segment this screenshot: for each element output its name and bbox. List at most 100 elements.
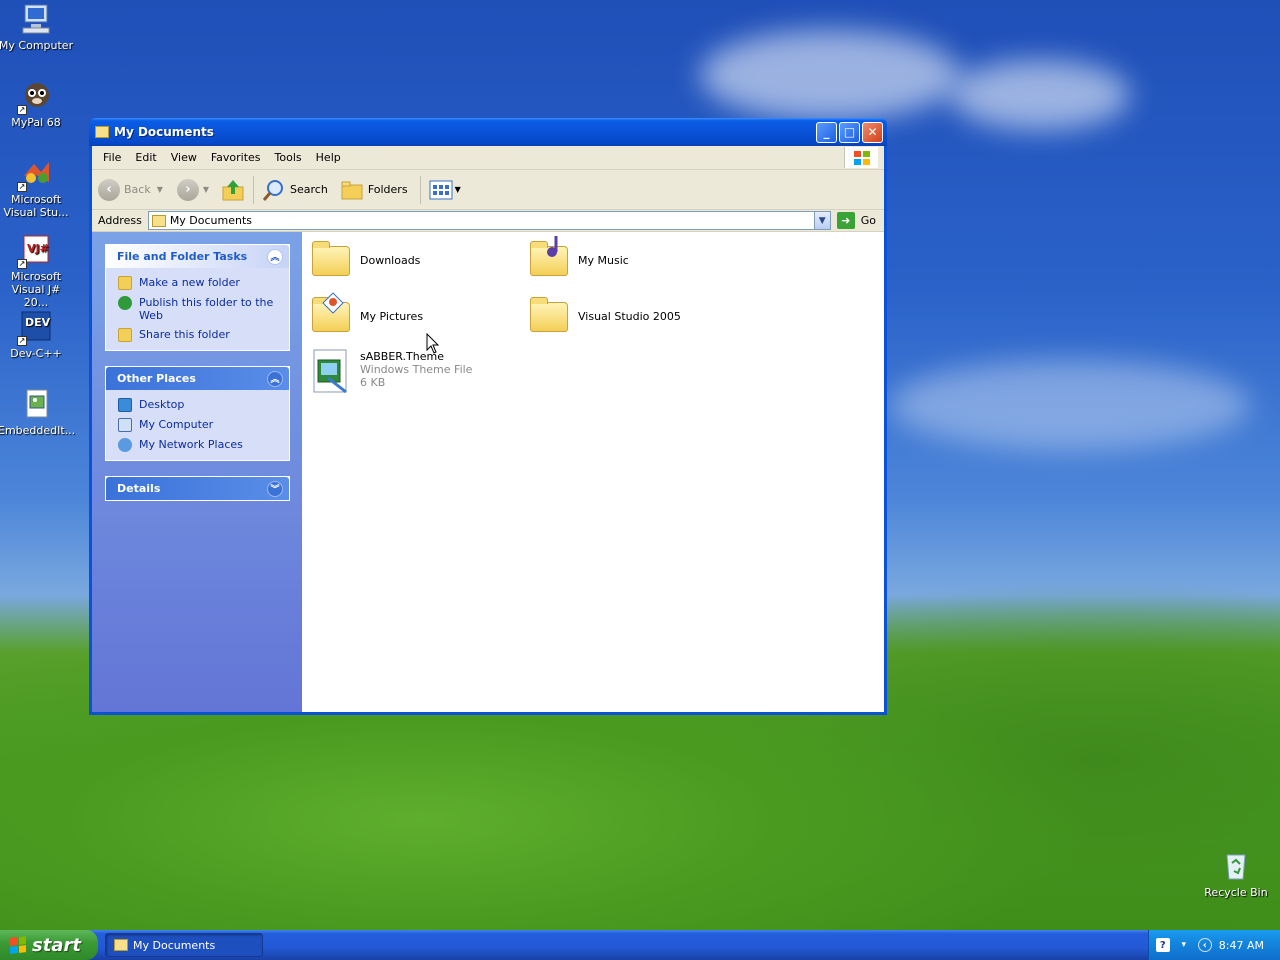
task-label: Make a new folder <box>139 276 240 289</box>
taskbar-window-label: My Documents <box>133 938 216 952</box>
search-icon <box>262 179 284 201</box>
menu-help[interactable]: Help <box>309 151 348 164</box>
address-value: My Documents <box>169 214 253 227</box>
collapse-chevron-icon[interactable]: ︽ <box>267 248 283 265</box>
panel-header[interactable]: Other Places ︽ <box>106 367 289 390</box>
window-title: My Documents <box>114 125 214 139</box>
up-folder-button[interactable] <box>221 178 245 202</box>
go-button[interactable]: ➜ Go <box>836 212 876 229</box>
desktop-icon-visual-jsharp[interactable]: VJ# ↗ Microsoft Visual J# 20... <box>0 233 74 309</box>
visual-jsharp-icon: VJ# ↗ <box>17 233 53 269</box>
menu-edit[interactable]: Edit <box>128 151 163 164</box>
maximize-button[interactable]: □ <box>839 121 860 143</box>
search-button[interactable]: Search <box>262 178 328 202</box>
system-tray: ? ▾ ‹ 8:47 AM <box>1148 930 1280 960</box>
panel-header[interactable]: Details ︾ <box>106 477 289 500</box>
windows-logo-icon <box>844 147 878 168</box>
desktop-icon-recycle-bin[interactable]: Recycle Bin <box>1198 849 1274 899</box>
folder-icon <box>151 214 166 227</box>
window-content: File and Folder Tasks ︽ Make a new folde… <box>92 232 884 712</box>
panel-body: Desktop My Computer My Network Places <box>106 390 289 460</box>
new-folder-icon <box>118 276 132 290</box>
file-item[interactable]: My Pictures <box>310 292 424 336</box>
close-button[interactable]: ✕ <box>862 121 883 143</box>
file-item[interactable]: My Music <box>528 236 629 280</box>
start-button[interactable]: start <box>0 930 98 960</box>
menu-file[interactable]: File <box>96 151 128 164</box>
views-icon <box>429 180 453 199</box>
place-my-network[interactable]: My Network Places <box>118 438 279 452</box>
folder-icon <box>310 240 352 280</box>
start-label: start <box>32 934 81 956</box>
back-label: Back <box>124 183 151 196</box>
desktop-icon-my-computer[interactable]: My Computer <box>0 2 74 52</box>
views-button[interactable]: ▼ <box>429 180 461 200</box>
hide-icons-chevron-icon[interactable]: ‹ <box>1197 938 1212 952</box>
search-label: Search <box>290 183 328 196</box>
task-publish-folder[interactable]: Publish this folder to the Web <box>118 296 279 322</box>
svg-text:DEV: DEV <box>25 316 51 329</box>
place-my-computer[interactable]: My Computer <box>118 418 279 432</box>
file-name: My Pictures <box>360 309 424 323</box>
desktop-icon-label: EmbeddedIt... <box>0 424 76 437</box>
place-label: Desktop <box>139 398 185 411</box>
desktop-icon-mypal[interactable]: ↗ MyPal 68 <box>0 79 74 129</box>
file-name: Downloads <box>360 253 421 267</box>
file-item[interactable]: Visual Studio 2005 <box>528 296 681 336</box>
desktop-icon-devcpp[interactable]: DEV ↗ Dev-C++ <box>0 310 74 360</box>
dropdown-arrow-icon: ▼ <box>156 185 163 194</box>
minimize-button[interactable]: _ <box>816 121 837 143</box>
pictures-folder-icon <box>310 292 352 336</box>
devcpp-icon: DEV ↗ <box>17 310 53 346</box>
desktop-icon-label: Dev-C++ <box>10 347 62 360</box>
shortcut-arrow-icon: ↗ <box>17 105 27 115</box>
panel-header[interactable]: File and Folder Tasks ︽ <box>106 245 289 268</box>
menu-tools[interactable]: Tools <box>268 151 309 164</box>
task-label: Share this folder <box>139 328 230 341</box>
address-bar: Address My Documents ▼ ➜ Go <box>92 210 884 232</box>
task-make-new-folder[interactable]: Make a new folder <box>118 276 279 290</box>
menu-favorites[interactable]: Favorites <box>204 151 268 164</box>
file-item[interactable]: Downloads <box>310 240 420 280</box>
shortcut-arrow-icon: ↗ <box>17 336 27 346</box>
folders-button[interactable]: Folders <box>340 179 408 201</box>
taskbar: start My Documents ? ▾ ‹ 8:47 AM <box>0 930 1280 960</box>
my-computer-icon <box>118 418 132 432</box>
back-button[interactable]: ‹ Back ▼ <box>98 178 163 201</box>
task-label: Publish this folder to the Web <box>139 296 274 322</box>
desktop-icon-visual-studio[interactable]: ↗ Microsoft Visual Stu... <box>0 156 74 219</box>
forward-arrow-icon: › <box>176 178 199 201</box>
back-arrow-icon: ‹ <box>98 178 120 201</box>
file-folder-tasks-panel: File and Folder Tasks ︽ Make a new folde… <box>105 244 290 351</box>
collapse-chevron-icon[interactable]: ︽ <box>267 370 283 387</box>
desktop-icon-label: My Computer <box>0 39 74 52</box>
taskbar-window-button[interactable]: My Documents <box>105 933 263 957</box>
place-desktop[interactable]: Desktop <box>118 398 279 412</box>
help-icon[interactable]: ? <box>1155 938 1170 952</box>
title-bar[interactable]: My Documents _ □ ✕ <box>89 118 887 146</box>
file-item[interactable]: sABBER.Theme Windows Theme File 6 KB <box>310 348 472 396</box>
cloud <box>890 360 1250 450</box>
address-input[interactable]: My Documents ▼ <box>147 211 831 230</box>
clock[interactable]: 8:47 AM <box>1219 939 1264 952</box>
expand-chevron-icon[interactable]: ︾ <box>267 480 283 497</box>
mouse-cursor-icon <box>426 333 440 354</box>
network-places-icon <box>118 438 132 452</box>
network-status-icon[interactable]: ▾ <box>1177 938 1191 952</box>
recycle-bin-icon <box>1219 849 1253 883</box>
mypal-icon: ↗ <box>17 79 53 115</box>
menu-view[interactable]: View <box>164 151 204 164</box>
desktop-icon <box>118 398 132 412</box>
forward-button[interactable]: › ▼ <box>176 178 209 201</box>
folder-icon <box>528 296 570 336</box>
folders-icon <box>341 181 363 199</box>
address-label: Address <box>98 214 142 227</box>
desktop-icon-embedded[interactable]: EmbeddedIt... <box>0 387 76 437</box>
file-size: 6 KB <box>360 376 386 389</box>
toolbar-separator <box>253 175 255 204</box>
address-dropdown-button[interactable]: ▼ <box>813 212 830 229</box>
folder-icon <box>114 939 128 951</box>
task-share-folder[interactable]: Share this folder <box>118 328 279 342</box>
task-pane: File and Folder Tasks ︽ Make a new folde… <box>92 232 302 712</box>
windows-flag-icon <box>10 936 26 954</box>
